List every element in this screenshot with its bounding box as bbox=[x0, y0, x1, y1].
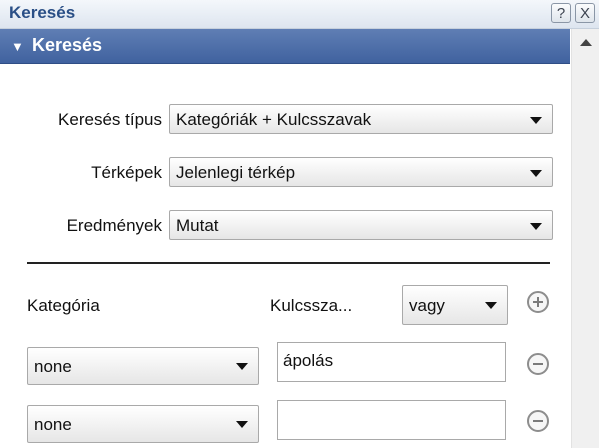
add-row-button[interactable] bbox=[527, 291, 549, 313]
minus-icon bbox=[533, 363, 543, 365]
dropdown-arrow-icon bbox=[485, 302, 497, 309]
results-label: Eredmények bbox=[66, 216, 162, 235]
category-value: none bbox=[34, 357, 72, 376]
keyword-input-row-1[interactable]: ápolás bbox=[277, 342, 506, 382]
dropdown-arrow-icon bbox=[530, 170, 542, 177]
category-select-row-2[interactable]: none bbox=[27, 405, 259, 443]
search-section-header[interactable]: ▼ Keresés bbox=[0, 29, 570, 64]
section-title: Keresés bbox=[32, 35, 103, 55]
dropdown-arrow-icon bbox=[530, 117, 542, 124]
results-select[interactable]: Mutat bbox=[169, 210, 553, 240]
vertical-scrollbar[interactable] bbox=[571, 29, 599, 448]
remove-row-button[interactable] bbox=[527, 410, 549, 432]
help-icon: ? bbox=[556, 5, 566, 22]
maps-label: Térképek bbox=[91, 163, 162, 182]
scroll-up-arrow-icon[interactable] bbox=[580, 39, 592, 46]
remove-row-button[interactable] bbox=[527, 353, 549, 375]
maps-value: Jelenlegi térkép bbox=[176, 163, 296, 182]
window-title-bar: Keresés ? X bbox=[0, 0, 599, 29]
search-type-select[interactable]: Kategóriák + Kulcsszavak bbox=[169, 104, 553, 134]
maps-select[interactable]: Jelenlegi térkép bbox=[169, 157, 553, 187]
minus-icon bbox=[533, 420, 543, 422]
keyword-header: Kulcssza... bbox=[270, 296, 353, 315]
results-value: Mutat bbox=[176, 216, 219, 235]
close-icon: X bbox=[579, 5, 590, 22]
keyword-input-row-2[interactable] bbox=[277, 400, 506, 440]
section-divider bbox=[27, 262, 550, 264]
search-type-label: Keresés típus bbox=[58, 110, 162, 129]
close-button[interactable]: X bbox=[575, 3, 595, 23]
dropdown-arrow-icon bbox=[236, 363, 248, 370]
operator-select[interactable]: vagy bbox=[402, 285, 508, 325]
operator-value: vagy bbox=[409, 296, 445, 315]
help-button[interactable]: ? bbox=[551, 3, 571, 23]
dropdown-arrow-icon bbox=[236, 421, 248, 428]
dropdown-arrow-icon bbox=[530, 223, 542, 230]
category-value: none bbox=[34, 415, 72, 434]
search-type-value: Kategóriák + Kulcsszavak bbox=[176, 110, 372, 129]
keyword-value: ápolás bbox=[283, 351, 334, 370]
category-header: Kategória bbox=[27, 296, 100, 315]
category-select-row-1[interactable]: none bbox=[27, 347, 259, 385]
window-title: Keresés bbox=[9, 3, 76, 22]
collapse-triangle-icon: ▼ bbox=[11, 39, 24, 54]
